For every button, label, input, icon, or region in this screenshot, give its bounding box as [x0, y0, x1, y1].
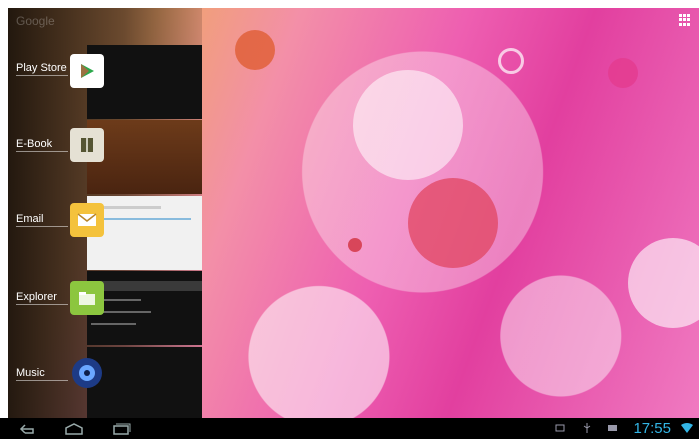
app-thumbnail	[87, 271, 202, 345]
wallpaper-bubble	[608, 58, 638, 88]
faded-google-label: Google	[16, 14, 55, 28]
app-label: Email	[16, 213, 44, 225]
screenshot-icon	[555, 423, 565, 433]
back-icon	[19, 423, 34, 434]
wallpaper-bubble	[235, 30, 275, 70]
recent-apps-button[interactable]	[109, 421, 133, 436]
wallpaper-bubble	[498, 48, 524, 74]
play-store-icon	[70, 54, 104, 88]
app-label: Explorer	[16, 291, 57, 303]
app-label: Music	[16, 367, 45, 379]
label-divider	[16, 226, 68, 227]
label-divider	[16, 380, 68, 381]
recent-app-music[interactable]: Music	[8, 347, 202, 418]
app-thumbnail	[87, 196, 202, 270]
label-divider	[16, 75, 68, 76]
explorer-icon	[70, 281, 104, 315]
usb-icon	[582, 423, 592, 433]
system-navigation-bar: 17:55	[0, 418, 699, 439]
recent-app-ebook[interactable]: E-Book	[8, 120, 202, 198]
ebook-icon	[70, 128, 104, 162]
email-icon	[70, 203, 104, 237]
app-thumbnail	[87, 45, 202, 119]
screen: Google Play Store E-Book Email Explorer …	[8, 8, 699, 418]
app-label: Play Store	[16, 62, 67, 74]
wallpaper-bubble	[628, 238, 699, 328]
wifi-icon	[681, 423, 693, 433]
wallpaper-bubble	[353, 70, 463, 180]
status-clock[interactable]: 17:55	[633, 420, 671, 437]
all-apps-grid-icon[interactable]	[679, 14, 691, 26]
home-button[interactable]	[62, 421, 86, 436]
recent-app-explorer[interactable]: Explorer	[8, 271, 202, 349]
wallpaper-bubble	[408, 178, 498, 268]
app-label: E-Book	[16, 138, 53, 150]
recent-apps-panel: Google Play Store E-Book Email Explorer …	[8, 8, 202, 418]
label-divider	[16, 304, 68, 305]
wallpaper-bubble	[348, 238, 362, 252]
battery-icon	[608, 423, 618, 433]
recent-app-play-store[interactable]: Play Store	[8, 45, 202, 123]
back-button[interactable]	[18, 421, 38, 436]
recent-apps-icon	[113, 423, 131, 435]
home-icon	[65, 422, 83, 435]
recent-app-email[interactable]: Email	[8, 196, 202, 274]
app-thumbnail	[87, 120, 202, 194]
label-divider	[16, 151, 68, 152]
music-icon	[70, 356, 104, 390]
app-thumbnail	[87, 347, 202, 418]
